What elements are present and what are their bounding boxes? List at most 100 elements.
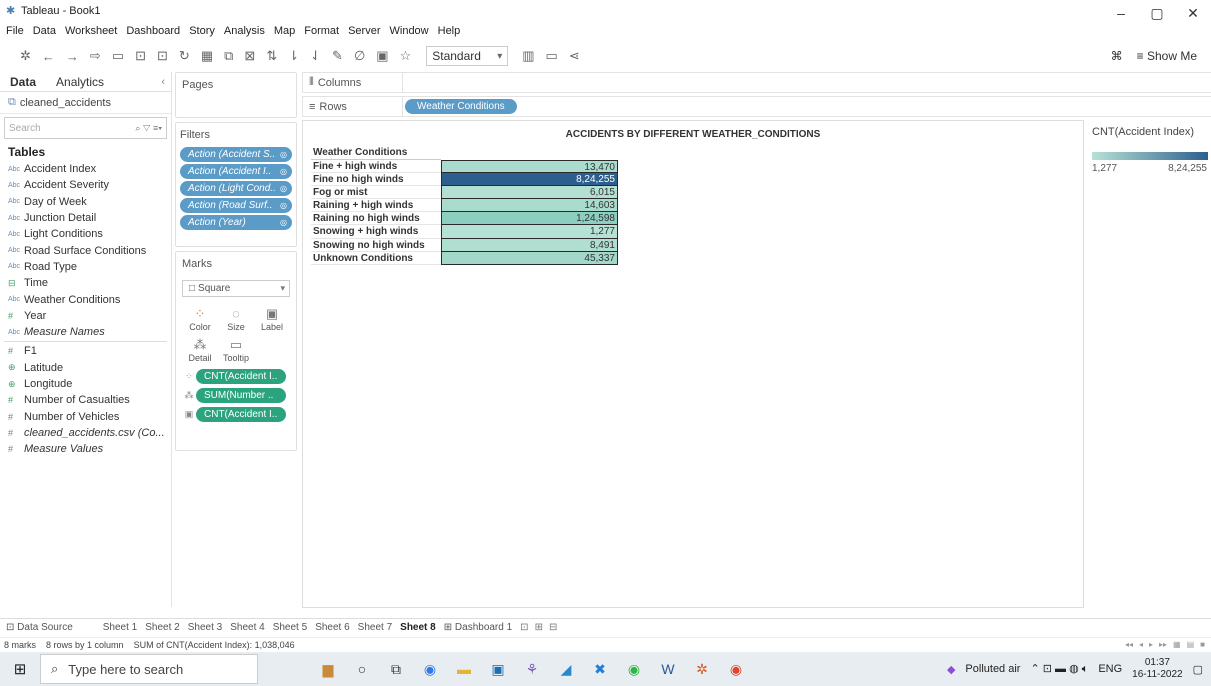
table-row[interactable]: Snowing no high winds 8,491 bbox=[311, 238, 618, 252]
tableau-home-icon[interactable]: ✲ bbox=[20, 48, 31, 64]
show-cards-icon[interactable]: ▥ bbox=[522, 48, 534, 64]
show-labels-icon[interactable]: ▣ bbox=[376, 48, 388, 64]
field-item[interactable]: Abc Measure Names bbox=[0, 324, 171, 340]
tab-sheet[interactable]: Sheet 3 bbox=[188, 622, 222, 633]
chrome-app-icon-2[interactable]: ◉ bbox=[726, 659, 746, 679]
filter-pill[interactable]: Action (Light Cond.. bbox=[180, 181, 292, 196]
menu-analysis[interactable]: Analysis bbox=[224, 25, 265, 37]
table-row[interactable]: Raining no high winds 1,24,598 bbox=[311, 212, 618, 226]
maximize-button[interactable]: ▢ bbox=[1139, 0, 1175, 26]
menu-help[interactable]: Help bbox=[438, 25, 461, 37]
field-item[interactable]: Abc Day of Week bbox=[0, 194, 171, 210]
detail-pill[interactable]: SUM(Number .. bbox=[196, 388, 286, 403]
filters-shelf[interactable]: Filters Action (Accident S.. Action (Acc… bbox=[175, 122, 297, 247]
search-filter-icons[interactable]: ⌕ ▽ ≡▾ bbox=[135, 123, 162, 134]
swap-icon[interactable]: ⇅ bbox=[266, 48, 277, 64]
presentation-icon[interactable]: ▭ bbox=[546, 48, 558, 64]
field-item[interactable]: ⊕ Longitude bbox=[0, 376, 171, 392]
value-cell[interactable]: 14,603 bbox=[441, 199, 618, 213]
new-story-icon[interactable]: ⊟ bbox=[549, 622, 557, 633]
last-sheet-icon[interactable]: ▸▸ bbox=[1159, 640, 1167, 649]
menu-server[interactable]: Server bbox=[348, 25, 380, 37]
fix-axes-icon[interactable]: ☆ bbox=[400, 48, 412, 64]
new-worksheet-icon[interactable]: ⊡ bbox=[520, 622, 528, 633]
tab-sheet[interactable]: Sheet 4 bbox=[230, 622, 264, 633]
tray-icons[interactable]: ⌃ ⊡ ▬ ◍ 🔈︎ bbox=[1030, 662, 1088, 676]
next-sheet-icon[interactable]: ▸ bbox=[1149, 640, 1153, 649]
pages-shelf[interactable]: Pages bbox=[175, 72, 297, 118]
color-pill[interactable]: CNT(Accident I.. bbox=[196, 369, 286, 384]
value-cell[interactable]: 8,491 bbox=[441, 238, 618, 252]
tab-data-source[interactable]: ⊡ Data Source bbox=[6, 622, 73, 633]
field-item[interactable]: # Measure Values bbox=[0, 441, 171, 457]
share-icon[interactable]: ⋖ bbox=[569, 48, 580, 64]
tabs-icon[interactable]: ■ bbox=[1200, 640, 1205, 649]
menu-file[interactable]: File bbox=[6, 25, 24, 37]
pause-updates-icon[interactable]: ⊡ bbox=[157, 48, 168, 64]
datasource-item[interactable]: ⧉ cleaned_accidents bbox=[0, 92, 171, 114]
legend-gradient[interactable] bbox=[1092, 152, 1208, 160]
cortana-icon[interactable]: ○ bbox=[352, 659, 372, 679]
mark-type-select[interactable]: □ Square bbox=[182, 280, 290, 297]
field-item[interactable]: Abc Weather Conditions bbox=[0, 291, 171, 307]
binoculars-icon[interactable]: ⌘ bbox=[1111, 49, 1123, 63]
minimize-button[interactable]: – bbox=[1103, 0, 1139, 26]
notification-icon[interactable]: ▢ bbox=[1193, 663, 1203, 676]
field-item[interactable]: Abc Road Surface Conditions bbox=[0, 242, 171, 258]
table-row[interactable]: Fine no high winds 8,24,255 bbox=[311, 173, 618, 187]
value-cell[interactable]: 1,277 bbox=[441, 225, 618, 239]
table-row[interactable]: Snowing + high winds 1,277 bbox=[311, 225, 618, 239]
network-app-icon[interactable]: ⚘ bbox=[522, 659, 542, 679]
app-icon[interactable]: ◢ bbox=[556, 659, 576, 679]
columns-shelf[interactable]: ⦀ Columns bbox=[302, 72, 1211, 93]
tableau-app-icon[interactable]: ✲ bbox=[692, 659, 712, 679]
value-cell[interactable]: 6,015 bbox=[441, 186, 618, 200]
field-item[interactable]: ⊟ Time bbox=[0, 275, 171, 291]
word-app-icon[interactable]: W bbox=[658, 659, 678, 679]
menu-story[interactable]: Story bbox=[189, 25, 215, 37]
windows-start-icon[interactable]: ⊞ bbox=[0, 660, 40, 678]
refresh-icon[interactable]: ↻ bbox=[179, 48, 190, 64]
field-item[interactable]: ⊕ Latitude bbox=[0, 360, 171, 376]
menu-worksheet[interactable]: Worksheet bbox=[65, 25, 117, 37]
size-button[interactable]: ◌ Size bbox=[220, 305, 252, 332]
value-cell[interactable]: 8,24,255 bbox=[441, 173, 618, 187]
field-item[interactable]: # F1 bbox=[0, 343, 171, 359]
menu-format[interactable]: Format bbox=[304, 25, 339, 37]
language[interactable]: ENG bbox=[1098, 663, 1122, 675]
tab-analytics[interactable]: Analytics bbox=[46, 75, 114, 89]
redo-icon[interactable]: ⇨ bbox=[90, 48, 101, 64]
prev-sheet-icon[interactable]: ◂ bbox=[1139, 640, 1143, 649]
tab-sheet-active[interactable]: Sheet 8 bbox=[400, 622, 436, 633]
duplicate-sheet-icon[interactable]: ⧉ bbox=[224, 48, 233, 64]
save-icon[interactable]: ▭ bbox=[112, 48, 124, 64]
first-sheet-icon[interactable]: ◂◂ bbox=[1125, 640, 1133, 649]
table-row[interactable]: Unknown Conditions 45,337 bbox=[311, 251, 618, 265]
field-item[interactable]: Abc Accident Severity bbox=[0, 177, 171, 193]
close-button[interactable]: ✕ bbox=[1175, 0, 1211, 26]
field-item[interactable]: Abc Light Conditions bbox=[0, 226, 171, 242]
filmstrip-icon[interactable]: ▤ bbox=[1187, 640, 1195, 649]
rows-pill[interactable]: Weather Conditions bbox=[405, 99, 517, 114]
table-row[interactable]: Fog or mist 6,015 bbox=[311, 186, 618, 200]
fit-select[interactable]: Standard bbox=[426, 46, 509, 66]
menu-data[interactable]: Data bbox=[33, 25, 56, 37]
highlight-icon[interactable]: ✎ bbox=[332, 48, 343, 64]
menu-window[interactable]: Window bbox=[390, 25, 429, 37]
tab-sheet[interactable]: Sheet 1 bbox=[103, 622, 137, 633]
menu-dashboard[interactable]: Dashboard bbox=[126, 25, 180, 37]
new-datasource-icon[interactable]: ⊡ bbox=[135, 48, 146, 64]
tab-sheet[interactable]: Sheet 2 bbox=[145, 622, 179, 633]
tab-sheet[interactable]: Sheet 6 bbox=[315, 622, 349, 633]
clock[interactable]: 01:37 16-11-2022 bbox=[1132, 657, 1182, 681]
weather-icon[interactable]: ◆ bbox=[947, 663, 955, 676]
group-icon[interactable]: ∅ bbox=[354, 48, 365, 64]
sort-asc-icon[interactable]: ⇂ bbox=[288, 48, 299, 64]
tab-sheet[interactable]: Sheet 5 bbox=[273, 622, 307, 633]
filter-pill[interactable]: Action (Road Surf.. bbox=[180, 198, 292, 213]
table-row[interactable]: Raining + high winds 14,603 bbox=[311, 199, 618, 213]
field-search-input[interactable]: Search ⌕ ▽ ≡▾ bbox=[4, 117, 167, 139]
label-button[interactable]: ▣ Label bbox=[256, 305, 288, 332]
field-item[interactable]: # Number of Casualties bbox=[0, 392, 171, 408]
clear-sheet-icon[interactable]: ⊠ bbox=[244, 48, 255, 64]
